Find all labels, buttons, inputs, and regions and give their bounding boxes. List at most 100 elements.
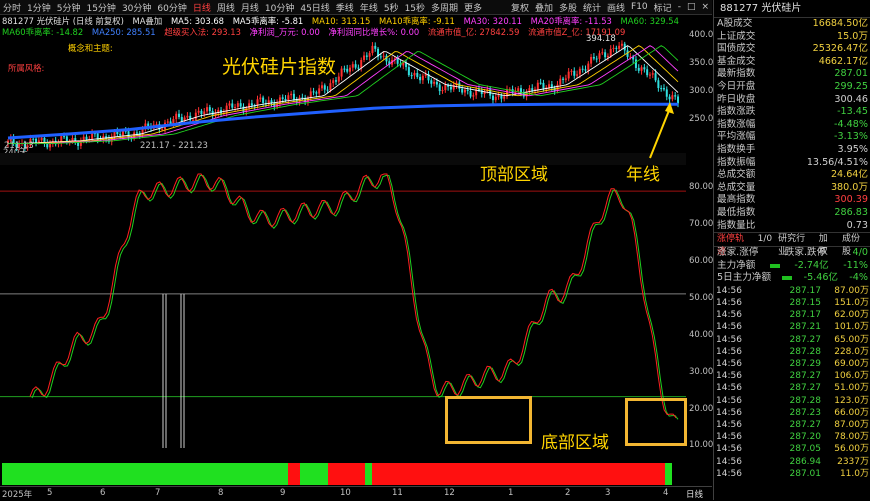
toolbar-period-2[interactable]: 5分钟 xyxy=(54,1,84,14)
month-label: 2 xyxy=(565,488,571,498)
toolbar-action-8[interactable]: □ xyxy=(684,2,699,12)
panel-tab-0[interactable]: 涨停轨迹 xyxy=(717,233,752,257)
panel-tab-1[interactable]: 1/0 xyxy=(758,233,772,246)
updown-count: 4/0 xyxy=(852,247,868,259)
tick-time: 14:56 xyxy=(716,395,742,406)
tick-row: 14:56 287.28 123.0万 xyxy=(714,395,870,407)
tick-row: 14:56 287.27 106.0万 xyxy=(714,370,870,382)
stat-value: 13.56/4.51% xyxy=(806,156,868,168)
panel-tab-4[interactable]: 成份股 xyxy=(842,233,868,257)
stat-row: 指数涨幅 -4.48% xyxy=(714,119,870,132)
candle-body xyxy=(421,75,424,81)
period-label[interactable]: 日线 xyxy=(686,488,703,500)
top-zone-annotation: 顶部区域 xyxy=(480,165,548,185)
toolbar-period-15[interactable]: 多周期 xyxy=(428,1,461,14)
toolbar-period-7[interactable]: 周线 xyxy=(214,1,238,14)
stat-label: 今日开盘 xyxy=(717,80,756,92)
stat-label: 最高指数 xyxy=(717,194,756,206)
toolbar-action-7[interactable]: - xyxy=(675,2,684,12)
toolbar-action-1[interactable]: 叠加 xyxy=(532,1,556,14)
tick-row: 14:56 287.29 69.00万 xyxy=(714,358,870,370)
toolbar-period-0[interactable]: 分时 xyxy=(0,1,24,14)
candle-body xyxy=(531,88,534,91)
chart-main[interactable]: 分时 1分钟 5分钟 15分钟 30分钟 60分钟 日线 周线 月线 10分钟 45日线 季线 年线 5秒… xyxy=(0,0,719,501)
toolbar-action-0[interactable]: 复权 xyxy=(508,1,532,14)
tick-volume: 2337万 xyxy=(837,456,869,467)
toolbar-period-13[interactable]: 5秒 xyxy=(381,1,402,14)
panel-tab-3[interactable]: 加权 xyxy=(819,233,836,257)
tick-time: 14:56 xyxy=(716,383,742,394)
tick-volume: 62.00万 xyxy=(834,310,869,321)
stat-label: 最新指数 xyxy=(717,68,756,80)
toolbar-period-6[interactable]: 日线 xyxy=(190,1,214,14)
toolbar-period-12[interactable]: 年线 xyxy=(357,1,381,14)
stat-value: 299.25 xyxy=(834,80,868,92)
candle-body xyxy=(85,136,88,140)
toolbar-period-8[interactable]: 月线 xyxy=(238,1,262,14)
candle-body xyxy=(186,115,189,118)
month-label: 7 xyxy=(155,488,161,498)
toolbar-period-14[interactable]: 15秒 xyxy=(402,1,428,14)
stat-value: 0.73 xyxy=(846,219,868,231)
tick-row: 14:56 287.27 51.00万 xyxy=(714,382,870,394)
toolbar-period-5[interactable]: 60分钟 xyxy=(154,1,189,14)
updown-left: 涨家.涨停 xyxy=(717,247,759,259)
toolbar-period-10[interactable]: 45日线 xyxy=(297,1,332,14)
tick-list[interactable]: 14:56 287.17 87.00万 14:56 287.15 151.0万 14:56 2… xyxy=(714,285,870,480)
candle-body xyxy=(646,69,649,76)
stat-value: 300.46 xyxy=(834,93,868,105)
panel-tab-2[interactable]: 研究行业 xyxy=(778,233,813,257)
toolbar-action-9[interactable]: × xyxy=(698,2,712,12)
candle-body xyxy=(548,84,551,88)
oscillator-green-line xyxy=(31,175,679,420)
candle-body xyxy=(172,119,175,124)
tick-row: 14:56 287.17 87.00万 xyxy=(714,285,870,297)
tick-time: 14:56 xyxy=(716,322,742,333)
toolbar-period-9[interactable]: 10分钟 xyxy=(262,1,297,14)
quote-panel: 881277 光伏硅片 A股成交 16684.50亿 上证成交 15.0万 国债成交 25… xyxy=(713,0,870,500)
candle-body xyxy=(32,138,35,140)
signal-bar xyxy=(2,463,672,485)
tick-price: 287.21 xyxy=(789,322,822,333)
toolbar-action-5[interactable]: F10 xyxy=(628,2,651,12)
stats-list: A股成交 16684.50亿 上证成交 15.0万 国债成交 25326.47亿 基金成交 4… xyxy=(714,18,870,232)
candle-body xyxy=(203,111,206,114)
tick-row: 14:56 287.23 66.00万 xyxy=(714,407,870,419)
candle-body xyxy=(231,103,234,108)
candle-body xyxy=(444,85,447,91)
toolbar-period-3[interactable]: 15分钟 xyxy=(83,1,118,14)
month-label: 1 xyxy=(508,488,514,498)
stat-value: -4.48% xyxy=(834,118,868,130)
flow-list: 主力净额 -2.74亿 -11% 5日主力净额 -5.46亿 -4% xyxy=(714,260,870,285)
stat-label: 指数量比 xyxy=(717,219,756,231)
candle-body xyxy=(410,75,413,77)
stat-label: 最低指数 xyxy=(717,206,756,218)
legend-ma-overlay[interactable]: MA叠加 xyxy=(133,16,163,26)
toolbar-action-4[interactable]: 画线 xyxy=(604,1,628,14)
flow-value: -2.74亿 xyxy=(794,259,829,271)
toolbar-period-4[interactable]: 30分钟 xyxy=(119,1,154,14)
tick-price: 287.29 xyxy=(789,359,822,369)
toolbar-period-11[interactable]: 季线 xyxy=(333,1,357,14)
tick-price: 287.17 xyxy=(789,285,822,296)
date-axis: 2025年 5 6 7 8 9 10 11 12 1 2 3 4 日线 xyxy=(0,486,712,501)
osc-tick: 80.00 xyxy=(689,182,714,192)
candle-body xyxy=(340,68,343,77)
candle-body xyxy=(606,55,609,58)
toolbar-action-3[interactable]: 统计 xyxy=(580,1,604,14)
oscillator-chart[interactable] xyxy=(0,166,712,462)
candle-body xyxy=(147,123,150,127)
candle-body xyxy=(323,85,326,90)
price-chart[interactable] xyxy=(0,34,712,152)
stat-row: 上证成交 15.0万 xyxy=(714,31,870,44)
toolbar-period-1[interactable]: 1分钟 xyxy=(24,1,54,14)
flow-pct: -11% xyxy=(843,259,868,271)
flow-label: 主力净额 xyxy=(717,259,756,271)
toolbar-period-16[interactable]: 更多 xyxy=(461,1,485,14)
candle-body xyxy=(564,78,567,80)
toolbar-action-6[interactable]: 标记 xyxy=(651,1,675,14)
signal-segment xyxy=(365,463,372,485)
osc-tick: 20.00 xyxy=(689,404,714,414)
tick-time: 14:56 xyxy=(716,334,742,345)
toolbar-action-2[interactable]: 多股 xyxy=(556,1,580,14)
